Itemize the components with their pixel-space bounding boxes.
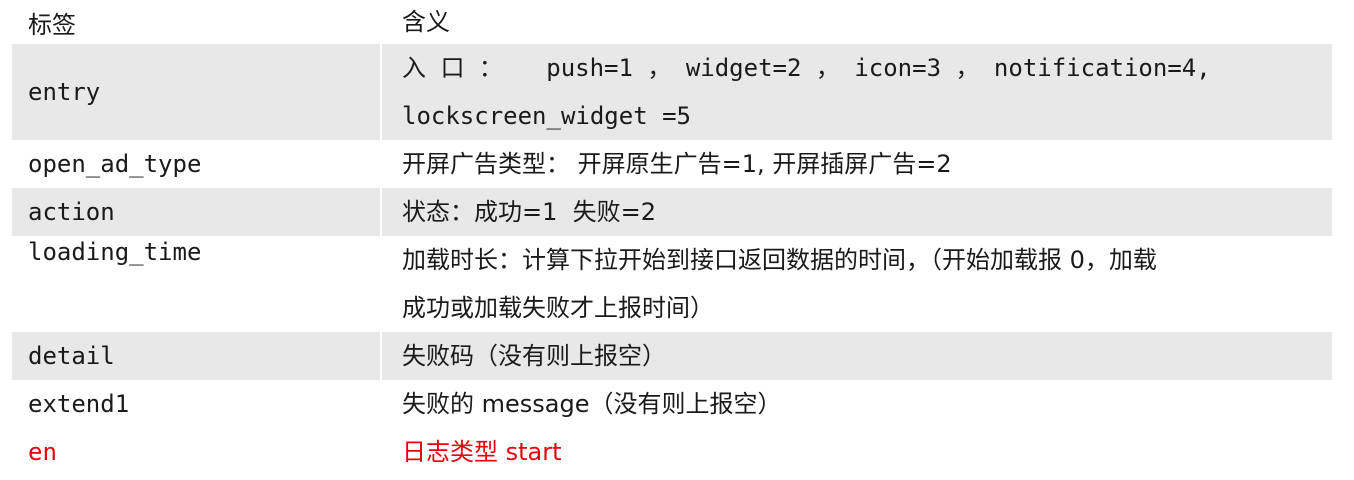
table-row-loading-time: loading_time 加载时长：计算下拉开始到接口返回数据的时间，（开始加载… bbox=[12, 236, 1332, 332]
tag-cell: action bbox=[28, 198, 115, 226]
tag-cell: detail bbox=[28, 342, 115, 370]
meaning-cell: 加载时长：计算下拉开始到接口返回数据的时间，（开始加载报 0，加载 成功或加载失… bbox=[380, 236, 1332, 332]
table-row-extend1: extend1 失败的 message（没有则上报空） bbox=[12, 380, 1332, 428]
meaning-cell: 开屏广告类型： 开屏原生广告=1, 开屏插屏广告=2 bbox=[380, 140, 1332, 188]
meaning-cell: 失败码（没有则上报空） bbox=[380, 332, 1332, 380]
tag-cell: loading_time bbox=[28, 238, 202, 266]
meaning-cell: 状态：成功=1 失败=2 bbox=[380, 188, 1332, 236]
meaning-line: 加载时长：计算下拉开始到接口返回数据的时间，（开始加载报 0，加载 bbox=[402, 246, 1157, 274]
meaning-cell: 日志类型 start bbox=[380, 428, 1332, 476]
meaning-line: 入 口 ： push=1 ， widget=2 ， icon=3 ， notif… bbox=[402, 54, 1211, 82]
table-row-open-ad-type: open_ad_type 开屏广告类型： 开屏原生广告=1, 开屏插屏广告=2 bbox=[12, 140, 1332, 188]
meaning-line: lockscreen_widget =5 bbox=[402, 102, 691, 130]
field-table: 标签 含义 entry 入 口 ： push=1 ， widget=2 ， ic… bbox=[12, 0, 1332, 476]
tag-cell: entry bbox=[28, 78, 101, 106]
table-header-row: 标签 含义 bbox=[12, 0, 1332, 44]
table-row-entry: entry 入 口 ： push=1 ， widget=2 ， icon=3 ，… bbox=[12, 44, 1332, 140]
header-tag: 标签 bbox=[28, 10, 76, 39]
tag-cell: open_ad_type bbox=[28, 150, 202, 178]
tag-cell: extend1 bbox=[28, 390, 130, 418]
tag-cell: en bbox=[28, 438, 57, 466]
meaning-cell: 失败的 message（没有则上报空） bbox=[380, 380, 1332, 428]
table-row-en: en 日志类型 start bbox=[12, 428, 1332, 476]
header-meaning: 含义 bbox=[402, 8, 450, 36]
meaning-line: 成功或加载失败才上报时间） bbox=[402, 294, 714, 322]
table-row-action: action 状态：成功=1 失败=2 bbox=[12, 188, 1332, 236]
table-row-detail: detail 失败码（没有则上报空） bbox=[12, 332, 1332, 380]
meaning-cell: 入 口 ： push=1 ， widget=2 ， icon=3 ， notif… bbox=[380, 44, 1332, 140]
